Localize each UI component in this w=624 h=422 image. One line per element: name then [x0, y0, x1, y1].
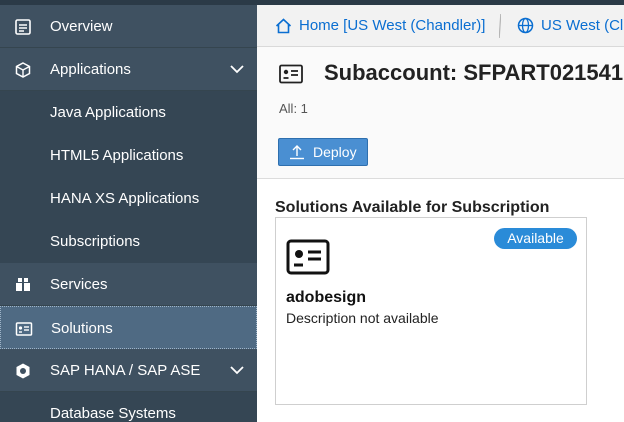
- sidebar-subitem-label: HTML5 Applications: [50, 147, 184, 164]
- solution-tile[interactable]: Available adobesign Description not avai…: [275, 217, 587, 405]
- globe-icon: [517, 17, 534, 34]
- solution-name: adobesign: [286, 289, 367, 306]
- sidebar-item-solutions[interactable]: Solutions: [0, 306, 257, 349]
- breadcrumb-region-label: US West (Cl: [541, 17, 624, 34]
- sidebar-subitem-label: Subscriptions: [50, 233, 141, 250]
- status-badge: Available: [494, 228, 577, 249]
- chevron-down-icon[interactable]: [230, 365, 244, 375]
- solution-icon: [286, 237, 330, 275]
- sidebar-subitem-hana-xs-applications[interactable]: HANA XS Applications: [0, 177, 257, 220]
- breadcrumb-home-label: Home [US West (Chandler)]: [299, 17, 486, 34]
- subaccount-icon: [279, 64, 303, 84]
- applications-icon: [15, 62, 31, 78]
- solution-description: Description not available: [286, 310, 439, 326]
- sidebar-item-applications[interactable]: Applications: [0, 48, 257, 91]
- main-content: Solutions Available for Subscription Ava…: [257, 180, 624, 422]
- sidebar-item-label: SAP HANA / SAP ASE: [50, 362, 201, 379]
- breadcrumb-separator: [499, 13, 501, 39]
- deploy-button-label: Deploy: [313, 144, 357, 160]
- sidebar-subitem-database-systems[interactable]: Database Systems: [0, 392, 257, 422]
- sidebar-item-services[interactable]: Services: [0, 263, 257, 306]
- object-header: Subaccount: SFPART021541 All: 1 Deploy: [257, 47, 624, 179]
- sidebar: Overview Applications Java Applications …: [0, 0, 257, 422]
- sidebar-item-label: Services: [50, 276, 108, 293]
- breadcrumb-home-link[interactable]: Home [US West (Chandler)]: [275, 17, 485, 34]
- breadcrumb: Home [US West (Chandler)] US West (Cl: [257, 0, 624, 47]
- sidebar-subitem-java-applications[interactable]: Java Applications: [0, 91, 257, 134]
- sidebar-subitem-label: Database Systems: [50, 405, 176, 422]
- sidebar-item-sap-hana-sap-ase[interactable]: SAP HANA / SAP ASE: [0, 349, 257, 392]
- sidebar-subitem-subscriptions[interactable]: Subscriptions: [0, 220, 257, 263]
- services-icon: [16, 278, 30, 291]
- sidebar-item-label: Applications: [50, 61, 131, 78]
- sidebar-item-label: Overview: [50, 18, 113, 35]
- sidebar-item-overview[interactable]: Overview: [0, 5, 257, 48]
- sidebar-subitem-label: HANA XS Applications: [50, 190, 200, 207]
- overview-icon: [15, 19, 31, 35]
- breadcrumb-region-link[interactable]: US West (Cl: [517, 17, 623, 34]
- chevron-down-icon[interactable]: [230, 64, 244, 74]
- page-title: Subaccount: SFPART021541: [324, 60, 624, 85]
- database-icon: [16, 363, 30, 379]
- sidebar-item-label: Solutions: [51, 320, 113, 337]
- solutions-icon: [15, 322, 33, 336]
- upload-icon: [290, 145, 304, 160]
- sidebar-subitem-label: Java Applications: [50, 104, 166, 121]
- sidebar-subitem-html5-applications[interactable]: HTML5 Applications: [0, 134, 257, 177]
- home-icon: [275, 17, 292, 33]
- item-count: All: 1: [279, 101, 308, 116]
- deploy-button[interactable]: Deploy: [278, 138, 368, 166]
- section-title: Solutions Available for Subscription: [275, 199, 550, 216]
